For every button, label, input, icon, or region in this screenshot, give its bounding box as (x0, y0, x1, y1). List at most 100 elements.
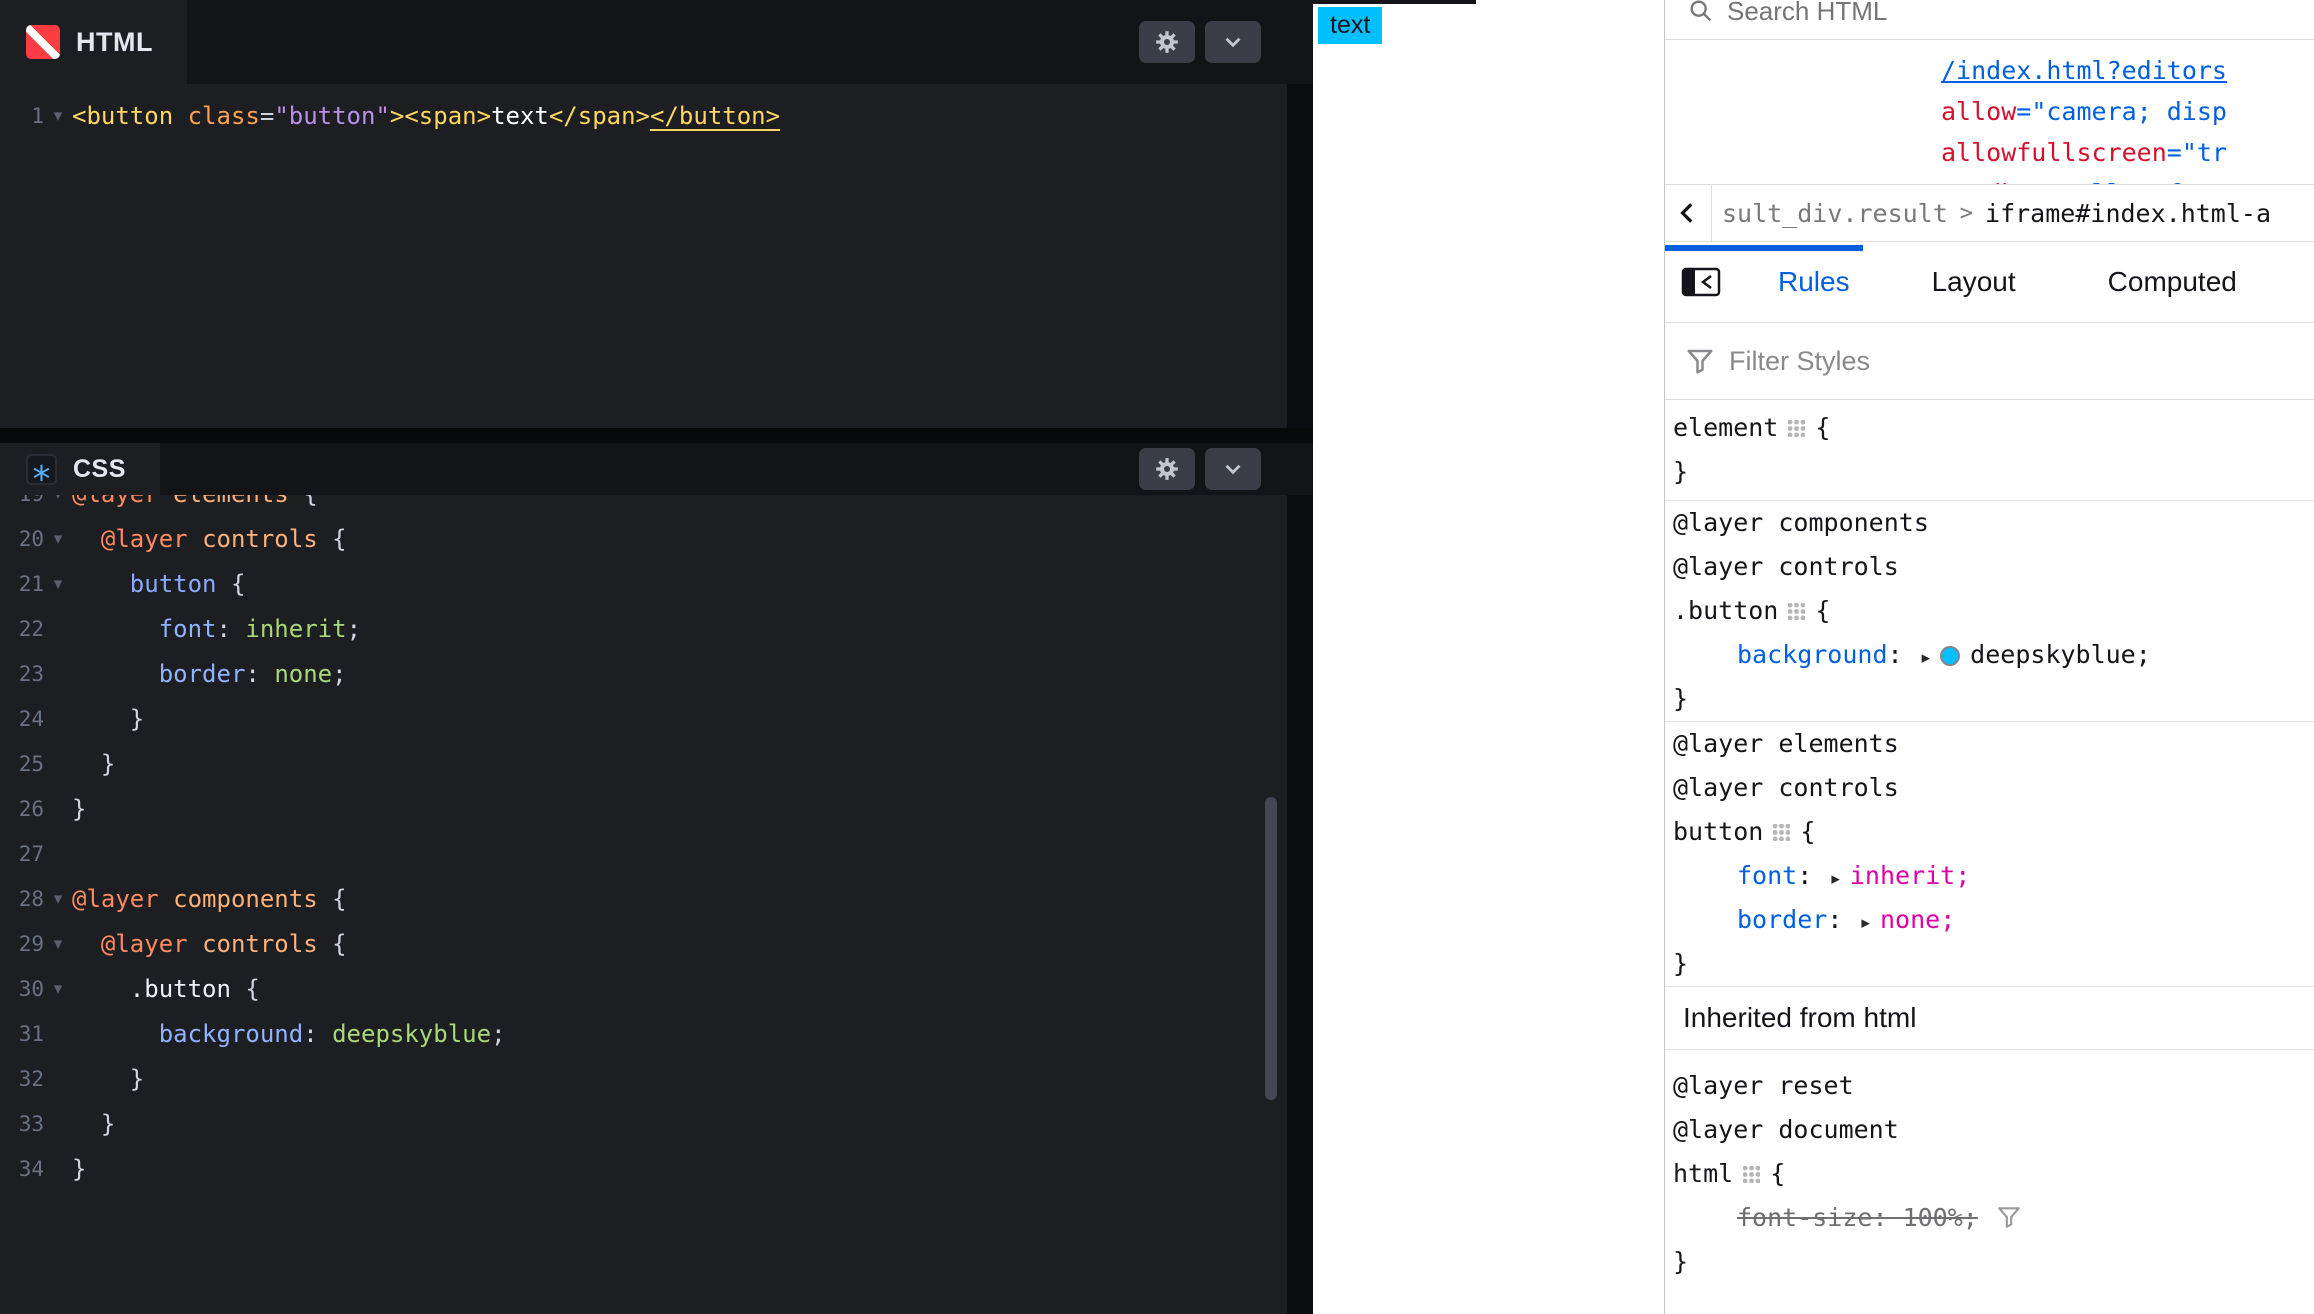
line-number: 30 (0, 967, 44, 1012)
overridden-filter-funnel-icon[interactable] (1996, 1204, 2022, 1230)
declaration-background[interactable]: background: ▸deepskyblue; (1673, 633, 2314, 677)
code-line[interactable]: 26} (0, 787, 1287, 832)
html-panel-title: HTML (76, 27, 153, 58)
code-token (72, 1020, 159, 1048)
rule-selector-line[interactable]: element{ (1673, 406, 2314, 450)
expand-arrow-icon[interactable]: ▸ (1831, 869, 1840, 889)
tab-rules[interactable]: Rules (1778, 266, 1850, 298)
rule-selector-line[interactable]: button{ (1673, 810, 2314, 854)
code-text: } (72, 742, 115, 787)
line-number: 1 (0, 92, 44, 140)
line-number: 21 (0, 562, 44, 607)
expand-arrow-icon[interactable]: ▸ (1861, 913, 1870, 933)
tab-css-editor[interactable]: * CSS (0, 443, 160, 495)
css-code-editor[interactable]: 19▾@layer elements {20▾ @layer controls … (0, 495, 1287, 1314)
html-logo-icon (26, 25, 60, 59)
code-token: { (231, 570, 245, 598)
breadcrumb-item-iframe[interactable]: iframe#index.html-a (1985, 199, 2271, 228)
code-token: ="allow-forms (2046, 179, 2242, 184)
breadcrumb-item-result-div[interactable]: sult_div.result (1722, 199, 1948, 228)
code-line[interactable]: 28▾@layer components { (0, 877, 1287, 922)
css-collapse-button[interactable] (1205, 448, 1261, 490)
line-number: 33 (0, 1102, 44, 1147)
tab-layout[interactable]: Layout (1932, 266, 2016, 298)
code-text: .button { (72, 967, 260, 1012)
code-text: } (72, 1102, 115, 1147)
selector-highlighter-icon[interactable] (1788, 603, 1805, 620)
breadcrumb-back-button[interactable] (1665, 185, 1711, 241)
code-token: sandbox (1941, 179, 2046, 184)
fold-arrow-icon[interactable]: ▾ (44, 877, 72, 922)
code-line[interactable]: 21▾ button { (0, 562, 1287, 607)
filter-styles-input[interactable]: Filter Styles (1665, 323, 2314, 400)
code-line[interactable]: 32 } (0, 1057, 1287, 1102)
code-text: background: deepskyblue; (72, 1012, 506, 1057)
close-brace: } (1673, 684, 1688, 713)
selector-highlighter-icon[interactable] (1773, 824, 1790, 841)
html-collapse-button[interactable] (1205, 21, 1261, 63)
rule-html: @layer reset @layer document html{ font-… (1665, 1050, 2314, 1290)
declaration-font[interactable]: font: ▸inherit; (1673, 854, 2314, 898)
close-brace: } (1673, 457, 1688, 486)
code-line[interactable]: 25 } (0, 742, 1287, 787)
code-text: button { (72, 562, 245, 607)
code-line[interactable]: 24 } (0, 697, 1287, 742)
rule-close-line: } (1673, 1240, 2314, 1284)
code-token: } (72, 705, 144, 733)
selector-element: element (1673, 413, 1778, 442)
fold-arrow-icon[interactable]: ▾ (44, 967, 72, 1012)
html-code-editor[interactable]: 1▾<button class="button"><span>text</spa… (0, 84, 1287, 428)
rule-selector-line[interactable]: .button{ (1673, 589, 2314, 633)
code-token: inherit (245, 615, 346, 643)
rule-close-line: } (1673, 677, 2314, 721)
fold-arrow-icon[interactable]: ▾ (44, 922, 72, 967)
code-line[interactable]: 20▾ @layer controls { (0, 517, 1287, 562)
rendered-button[interactable]: text (1318, 7, 1382, 44)
code-line[interactable]: 33 } (0, 1102, 1287, 1147)
tab-computed[interactable]: Computed (2108, 266, 2237, 298)
code-token: ; (332, 660, 346, 688)
sidebar-toggle-button[interactable] (1681, 266, 1721, 298)
fold-arrow-icon[interactable]: ▾ (44, 92, 72, 140)
html-settings-button[interactable] (1139, 21, 1195, 63)
panel-divider[interactable] (0, 428, 1313, 443)
css-editor-scrollbar[interactable] (1265, 797, 1277, 1100)
sidebar-toggle-icon (1681, 266, 1721, 298)
code-line[interactable]: 34} (0, 1147, 1287, 1192)
selector-highlighter-icon[interactable] (1788, 420, 1805, 437)
code-line[interactable]: 1▾<button class="button"><span>text</spa… (0, 92, 1287, 140)
code-line[interactable]: 19▾@layer elements { (0, 495, 1287, 517)
code-line[interactable]: 23 border: none; (0, 652, 1287, 697)
rule-selector-line[interactable]: html{ (1673, 1152, 2314, 1196)
fold-arrow-icon[interactable]: ▾ (44, 562, 72, 607)
code-token: ; (491, 1020, 505, 1048)
markup-attribute-line[interactable]: sandbox="allow-forms (1941, 173, 2314, 184)
selector-highlighter-icon[interactable] (1743, 1166, 1760, 1183)
code-line[interactable]: 27 (0, 832, 1287, 877)
selector-dot-button: .button (1673, 596, 1778, 625)
code-token: } (72, 1065, 144, 1093)
code-line[interactable]: 31 background: deepskyblue; (0, 1012, 1287, 1057)
code-line[interactable]: 29▾ @layer controls { (0, 922, 1287, 967)
color-swatch[interactable] (1940, 646, 1960, 666)
css-settings-button[interactable] (1139, 448, 1195, 490)
declaration-font-size-overridden[interactable]: font-size: 100%; (1673, 1196, 2314, 1240)
search-html-inner: Search HTML (1665, 0, 2314, 38)
layer-ancestor: @layer controls (1673, 545, 2314, 589)
code-line[interactable]: 22 font: inherit; (0, 607, 1287, 652)
fold-arrow-icon[interactable]: ▾ (44, 495, 72, 517)
expand-arrow-icon[interactable]: ▸ (1922, 648, 1931, 668)
search-html-bar[interactable]: Search HTML (1665, 0, 2314, 40)
markup-attribute-line[interactable]: allowfullscreen="tr (1941, 132, 2314, 173)
code-line[interactable]: 30▾ .button { (0, 967, 1287, 1012)
code-token: { (332, 525, 346, 553)
fold-arrow-icon[interactable]: ▾ (44, 517, 72, 562)
line-number: 22 (0, 607, 44, 652)
markup-attribute-line[interactable]: /index.html?editors (1941, 50, 2314, 91)
code-token: { (332, 930, 346, 958)
markup-attribute-line[interactable]: allow="camera; disp (1941, 91, 2314, 132)
declaration-border[interactable]: border: ▸none; (1673, 898, 2314, 942)
tab-html-editor[interactable]: HTML (0, 0, 187, 84)
active-tab-indicator (1665, 245, 1863, 251)
markup-view: /index.html?editors allow="camera; disp … (1665, 40, 2314, 184)
